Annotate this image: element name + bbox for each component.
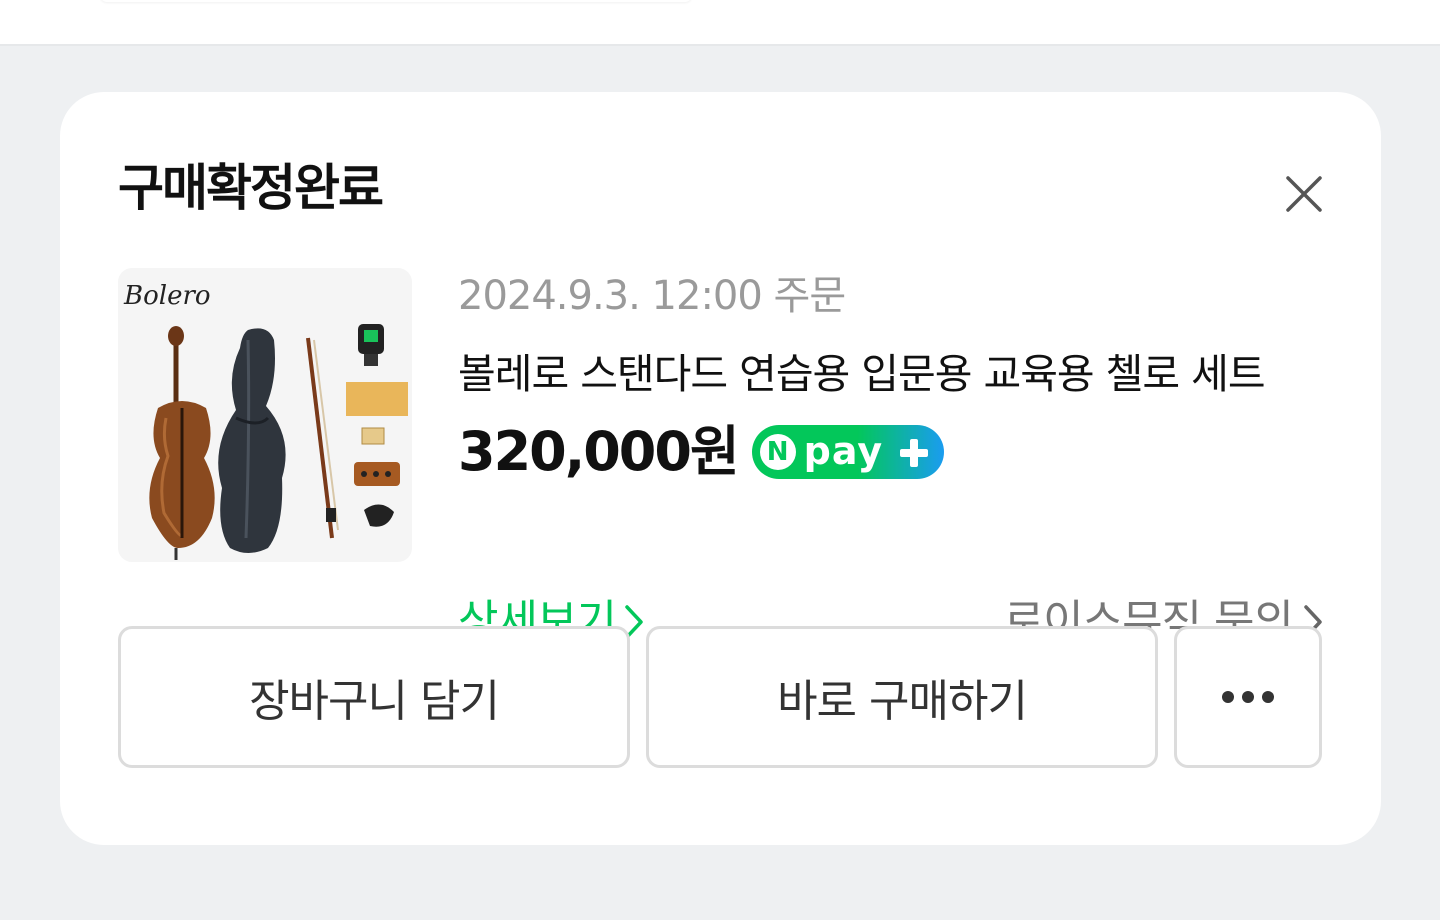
- price-row: 320,000원 N pay: [458, 420, 944, 484]
- card-title: 구매확정완료: [118, 159, 384, 217]
- bow-image: [306, 337, 339, 539]
- product-price: 320,000원: [458, 420, 740, 483]
- top-bar: [0, 0, 1440, 46]
- product-thumbnail[interactable]: Bolero: [118, 268, 412, 562]
- npay-n-logo: N: [759, 434, 796, 470]
- npay-text: pay: [803, 429, 884, 473]
- more-options-button[interactable]: [1174, 626, 1322, 768]
- cello-case-image: [218, 328, 286, 553]
- close-icon[interactable]: [1282, 172, 1326, 216]
- npay-plus-badge: N pay: [751, 425, 944, 479]
- accessories-image: [346, 324, 408, 527]
- add-to-cart-button[interactable]: 장바구니 담기: [118, 626, 630, 768]
- product-info: 2024.9.3. 12:00 주문 볼레로 스탠다드 연습용 입문용 교육용 …: [458, 268, 1323, 647]
- search-bar-edge[interactable]: [100, 0, 692, 2]
- more-dots-icon: [1222, 691, 1274, 703]
- purchase-card: 구매확정완료 Bolero 2024.9.3. 12:00 주문 볼레로 스탠다…: [60, 92, 1381, 845]
- plus-icon: [899, 439, 928, 467]
- buy-now-button[interactable]: 바로 구매하기: [646, 626, 1158, 768]
- cello-image: [149, 326, 215, 560]
- order-date: 2024.9.3. 12:00 주문: [458, 273, 846, 319]
- brand-logo-text: Bolero: [123, 281, 211, 311]
- product-name[interactable]: 볼레로 스탠다드 연습용 입문용 교육용 첼로 세트: [458, 346, 1293, 402]
